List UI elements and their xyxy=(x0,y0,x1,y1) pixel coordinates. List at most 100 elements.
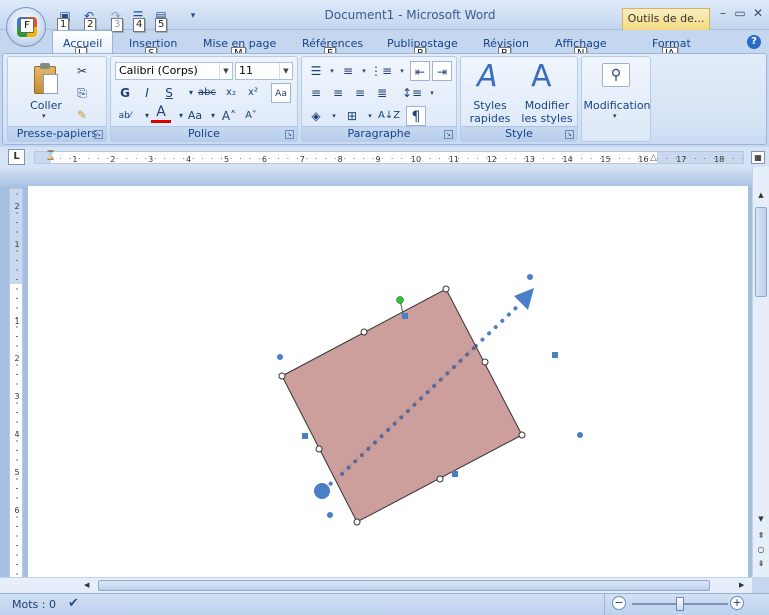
paste-icon[interactable] xyxy=(32,62,60,96)
strikethrough-button[interactable]: abc xyxy=(197,83,217,103)
ribbon-tabs: Accueil Insertion Mise en page Référence… xyxy=(0,30,769,54)
word-count[interactable]: Mots : 0 xyxy=(12,598,56,611)
handle-icon[interactable] xyxy=(518,431,526,439)
handle-icon[interactable] xyxy=(315,445,323,453)
handle-icon[interactable] xyxy=(402,313,408,319)
bold-button[interactable]: G xyxy=(115,83,135,103)
arrow-start-dot-icon[interactable] xyxy=(314,483,330,499)
rotate-handle-icon[interactable] xyxy=(396,296,404,304)
show-marks-icon[interactable]: ¶ xyxy=(406,106,426,126)
align-left-icon[interactable]: ≡ xyxy=(306,83,326,103)
handle-icon[interactable] xyxy=(452,471,458,477)
view-ruler-icon[interactable]: ▦ xyxy=(751,151,765,164)
proofing-icon[interactable]: ✔ xyxy=(68,596,79,611)
paste-dropdown-icon[interactable]: ▾ xyxy=(42,112,46,120)
justify-icon[interactable]: ≣ xyxy=(372,83,392,103)
shading-icon[interactable]: ◈ xyxy=(306,106,326,126)
clear-formatting-icon[interactable]: Aa xyxy=(271,83,291,103)
binoculars-icon[interactable]: ⚲ xyxy=(602,63,630,87)
clipboard-launcher-icon[interactable]: ↘ xyxy=(94,130,103,139)
paragraph-launcher-icon[interactable]: ↘ xyxy=(444,130,453,139)
borders-dropdown-icon[interactable]: ▾ xyxy=(360,106,380,126)
shading-dropdown-icon[interactable]: ▾ xyxy=(324,106,344,126)
font-color-icon[interactable]: A xyxy=(151,104,171,123)
cut-icon[interactable]: ✂ xyxy=(72,61,92,81)
office-button[interactable]: F xyxy=(6,7,46,47)
close-icon[interactable]: ✕ xyxy=(751,7,765,19)
handle-icon[interactable] xyxy=(360,328,368,336)
context-tab-drawing-tools[interactable]: Outils de de... xyxy=(622,8,710,30)
copy-icon[interactable]: ⎘ xyxy=(72,83,92,103)
multilevel-list-icon[interactable]: ⋮≡ xyxy=(370,61,392,81)
align-right-icon[interactable]: ≡ xyxy=(350,83,370,103)
first-line-indent-icon[interactable]: ⌛ xyxy=(45,151,56,161)
quick-styles-button[interactable]: Styles rapides xyxy=(465,99,515,125)
subscript-button[interactable]: x₂ xyxy=(221,83,241,103)
handle-icon[interactable] xyxy=(527,274,533,280)
font-name-combo[interactable]: Calibri (Corps) ▼ xyxy=(115,62,233,80)
multilevel-dropdown-icon[interactable]: ▾ xyxy=(392,61,412,81)
scroll-left-icon[interactable]: ◀ xyxy=(84,581,94,591)
right-indent-icon[interactable]: △ xyxy=(650,153,657,163)
format-painter-icon[interactable]: ✎ xyxy=(72,105,92,125)
font-size-combo[interactable]: 11 ▼ xyxy=(235,62,293,80)
handle-icon[interactable] xyxy=(481,358,489,366)
align-center-icon[interactable]: ≡ xyxy=(328,83,348,103)
zoom-in-icon[interactable]: + xyxy=(730,596,744,610)
minimize-icon[interactable]: – xyxy=(716,7,730,19)
handle-icon[interactable] xyxy=(353,518,361,526)
handle-icon[interactable] xyxy=(436,475,444,483)
grow-font-icon[interactable]: A˄ xyxy=(219,106,239,126)
underline-button[interactable]: S xyxy=(159,83,179,103)
line-spacing-dropdown-icon[interactable]: ▾ xyxy=(422,83,442,103)
ruler-number: 14 xyxy=(563,155,573,164)
help-icon[interactable]: ? xyxy=(747,35,761,49)
change-case-icon[interactable]: Aa xyxy=(185,106,205,126)
line-spacing-icon[interactable]: ↕≡ xyxy=(402,83,422,103)
quick-styles-icon[interactable]: A xyxy=(477,62,498,92)
handle-icon[interactable] xyxy=(442,285,450,293)
scroll-down-icon[interactable]: ▼ xyxy=(755,515,767,525)
horizontal-ruler[interactable]: 1 2 3 4 5 6 7 8 9 10 11 12 13 14 15 16 17 18 xyxy=(34,151,744,164)
zoom-slider-thumb[interactable] xyxy=(676,597,684,611)
handle-icon[interactable] xyxy=(577,432,583,438)
change-styles-icon[interactable]: A xyxy=(531,62,552,92)
next-page-icon[interactable]: ⇟ xyxy=(755,559,767,569)
font-launcher-icon[interactable]: ↘ xyxy=(285,130,294,139)
handle-icon[interactable] xyxy=(327,512,333,518)
italic-button[interactable]: I xyxy=(137,83,157,103)
vertical-ruler[interactable]: 21123456 xyxy=(9,188,23,578)
shrink-font-icon[interactable]: A˅ xyxy=(241,106,261,126)
browse-object-icon[interactable]: ○ xyxy=(755,545,767,555)
editing-button[interactable]: Modification xyxy=(582,99,652,112)
restore-icon[interactable]: ▭ xyxy=(733,7,747,19)
highlight-icon[interactable]: ab⁄ xyxy=(115,106,135,126)
tab-selector-icon[interactable]: L xyxy=(8,149,25,165)
paste-button[interactable]: Coller xyxy=(26,99,66,112)
zoom-out-icon[interactable]: − xyxy=(612,596,626,610)
status-divider xyxy=(604,594,607,615)
scroll-up-icon[interactable]: ▲ xyxy=(755,191,767,201)
vertical-scrollbar[interactable]: ▲ ▼ ⇞ ○ ⇟ xyxy=(752,167,769,577)
editing-dropdown-icon[interactable]: ▾ xyxy=(613,112,617,120)
scroll-right-icon[interactable]: ▶ xyxy=(739,581,749,591)
quick-styles-label-1: Styles xyxy=(473,99,507,112)
qat-customize-icon[interactable]: ▾ xyxy=(184,8,202,24)
horizontal-scrollbar[interactable]: ◀ ▶ xyxy=(0,577,752,593)
decrease-indent-icon[interactable]: ⇤ xyxy=(410,61,430,81)
handle-icon[interactable] xyxy=(278,372,286,380)
handle-icon[interactable] xyxy=(277,354,283,360)
vertical-scroll-thumb[interactable] xyxy=(755,207,767,297)
superscript-button[interactable]: x² xyxy=(243,83,263,103)
borders-icon[interactable]: ⊞ xyxy=(342,106,362,126)
chevron-down-icon[interactable]: ▼ xyxy=(219,63,232,79)
sort-icon[interactable]: A↓Z xyxy=(378,106,400,126)
document-page[interactable] xyxy=(28,186,748,578)
prev-page-icon[interactable]: ⇞ xyxy=(755,531,767,541)
increase-indent-icon[interactable]: ⇥ xyxy=(432,61,452,81)
handle-icon[interactable] xyxy=(552,352,558,358)
horizontal-scroll-thumb[interactable] xyxy=(98,580,710,591)
chevron-down-icon[interactable]: ▼ xyxy=(279,63,292,79)
handle-icon[interactable] xyxy=(302,433,308,439)
style-launcher-icon[interactable]: ↘ xyxy=(565,130,574,139)
